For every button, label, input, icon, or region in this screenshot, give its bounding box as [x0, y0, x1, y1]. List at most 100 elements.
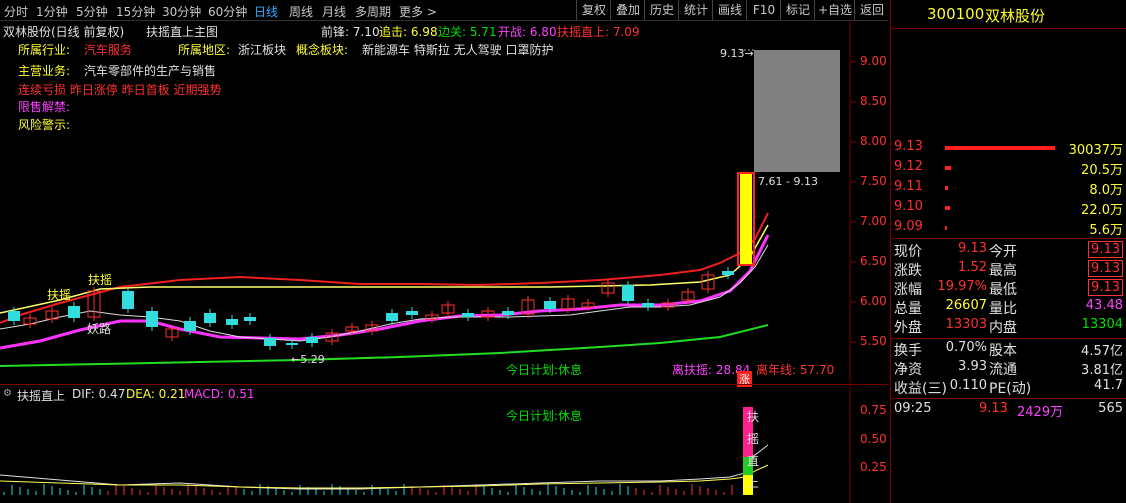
stats-label: 外盘 [894, 320, 922, 336]
f10-button[interactable]: F10 [746, 0, 781, 20]
stats-value: 19.97% [937, 279, 987, 294]
fund-label: 净资 [894, 362, 922, 378]
period-15min[interactable]: 15分钟 [116, 3, 155, 20]
macd-dif: DIF: 0.47 [72, 387, 126, 401]
macd-settings-icon[interactable]: ⚙ [3, 388, 12, 399]
orderbook-row[interactable]: 9.09 5.6万 [891, 219, 1126, 239]
stats-row: 涨跌 1.52 最高 9.13 [891, 260, 1126, 280]
stats-value: 13303 [945, 317, 987, 332]
fund-value: 0.110 [949, 378, 987, 393]
stats-label: 总量 [894, 301, 922, 317]
period-fenshi[interactable]: 分时 [4, 3, 28, 20]
macd-panel[interactable]: ⚙ 扶摇直上 DIF: 0.47 DEA: 0.21 MACD: 0.51 今日… [0, 385, 888, 503]
fund-value: 3.81亿 [1081, 363, 1123, 378]
fund-label: PE(动) [989, 381, 1032, 397]
orderbook-volume: 8.0万 [1089, 183, 1123, 198]
orderbook-price: 9.12 [894, 159, 923, 174]
stats-label: 最低 [989, 282, 1017, 298]
period-weekly[interactable]: 周线 [289, 3, 313, 20]
range-mark: 7.61 - 9.13 [758, 175, 818, 188]
label-bianguan: 边关: 5.71 [438, 25, 497, 39]
plan-text: 今日计划:休息 [506, 363, 583, 377]
business-value: 汽车零部件的生产与销售 [84, 64, 217, 78]
risk-label: 风险警示: [18, 118, 71, 132]
stats-label: 内盘 [989, 320, 1017, 336]
period-more[interactable]: 更多 > [399, 3, 437, 20]
period-5min[interactable]: 5分钟 [76, 3, 108, 20]
chart-title: 双林股份(日线 前复权) [3, 25, 125, 39]
stats-value: 9.13 [1088, 279, 1123, 296]
tags-text: 连续亏损 昨日涨停 昨日首板 近期强势 [18, 83, 222, 97]
ma-yellow-line [0, 224, 769, 314]
draw-button[interactable]: 画线 [712, 0, 747, 20]
stock-name: 双林股份 [985, 7, 1046, 25]
limit-up-candle [740, 173, 752, 265]
orderbook-price: 9.10 [894, 199, 923, 214]
stats-label: 最高 [989, 263, 1017, 279]
stats-row: 外盘 13303 内盘 13304 [891, 317, 1126, 337]
stats-row: 总量 26607 量比 43.48 [891, 298, 1126, 318]
orderbook-volume-bar [945, 146, 1055, 150]
yaolu-mark: 妖路 [87, 322, 112, 336]
period-toolbar: 分时 1分钟 5分钟 15分钟 30分钟 60分钟 日线 周线 月线 多周期 更… [0, 0, 888, 21]
stock-code: 300100 [927, 5, 985, 23]
macd-vtext-2: 摇 [747, 432, 760, 446]
period-monthly[interactable]: 月线 [322, 3, 346, 20]
stats-label: 涨幅 [894, 282, 922, 298]
fundamentals-row: 换手 0.70% 股本 4.57亿 [891, 340, 1126, 360]
macd-axis-025: 0.25 [860, 460, 887, 474]
macd-vtext-1: 扶 [747, 410, 760, 424]
macd-axis-050: 0.50 [860, 432, 887, 446]
history-button[interactable]: 历史 [644, 0, 679, 20]
industry-value: 汽车服务 [84, 43, 133, 57]
fuquan-button[interactable]: 复权 [576, 0, 611, 20]
tick-price: 9.13 [979, 401, 1008, 416]
period-1min[interactable]: 1分钟 [36, 3, 68, 20]
orderbook-price: 9.11 [894, 179, 923, 194]
macd-title[interactable]: 扶摇直上 [17, 387, 65, 404]
stats-value: 9.13 [1088, 260, 1123, 277]
orderbook-volume-bar [945, 206, 950, 210]
orderbook-row[interactable]: 9.10 22.0万 [891, 199, 1126, 219]
label-kaizhan: 开战: 6.80 [498, 25, 557, 39]
stats-label: 量比 [989, 301, 1017, 317]
period-60min[interactable]: 60分钟 [208, 3, 247, 20]
macd-vtext-3: 直 [747, 454, 760, 468]
fuyao-mark-2: 扶摇 [88, 273, 113, 287]
orderbook-volume: 30037万 [1068, 143, 1123, 158]
fundamentals-row: 收益(三) 0.110 PE(动) 41.7 [891, 378, 1126, 398]
overlay-button[interactable]: 叠加 [610, 0, 645, 20]
fund-label: 换手 [894, 343, 922, 359]
mark-button[interactable]: 标记 [780, 0, 815, 20]
orderbook-row[interactable]: 9.11 8.0万 [891, 179, 1126, 199]
concept-label: 概念板块: [296, 43, 349, 57]
orderbook-volume: 22.0万 [1081, 203, 1123, 218]
price-axis-label: 8.50 [860, 94, 887, 108]
period-30min[interactable]: 30分钟 [162, 3, 201, 20]
macd-axis-075: 0.75 [860, 403, 887, 417]
quote-header: 300100 双林股份 [891, 0, 1126, 29]
orderbook-row[interactable]: 9.13 30037万 [891, 139, 1126, 159]
macd-dea-line [0, 464, 769, 489]
orderbook-row[interactable]: 9.12 20.5万 [891, 159, 1126, 179]
tick-time: 09:25 [894, 401, 932, 416]
concept-value: 新能源车 特斯拉 无人驾驶 口罩防护 [362, 43, 554, 57]
back-button[interactable]: 返回 [854, 0, 889, 20]
label-qianfeng: 前锋: 7.10 [321, 25, 380, 39]
period-multi[interactable]: 多周期 [355, 3, 391, 20]
period-daily[interactable]: 日线 [254, 3, 278, 20]
price-axis-label: 7.00 [860, 214, 887, 228]
fund-label: 收益(三) [894, 381, 947, 397]
orderbook-price: 9.13 [894, 139, 923, 154]
add-watchlist-button[interactable]: +自选 [814, 0, 855, 20]
indicator-name[interactable]: 扶摇直上主图 [146, 23, 218, 40]
stats-button[interactable]: 统计 [678, 0, 713, 20]
stats-label: 涨跌 [894, 263, 922, 279]
ma-green-line [0, 324, 769, 367]
price-axis-label: 6.50 [860, 254, 887, 268]
stats-value: 43.48 [1085, 298, 1123, 313]
business-label: 主营业务: [18, 64, 71, 78]
macd-plan-text: 今日计划:休息 [506, 409, 583, 423]
kline-chart[interactable]: 双林股份(日线 前复权) 扶摇直上主图 前锋: 7.10 追击: 6.98 边关… [0, 21, 888, 387]
tick-count: 565 [1098, 401, 1123, 416]
